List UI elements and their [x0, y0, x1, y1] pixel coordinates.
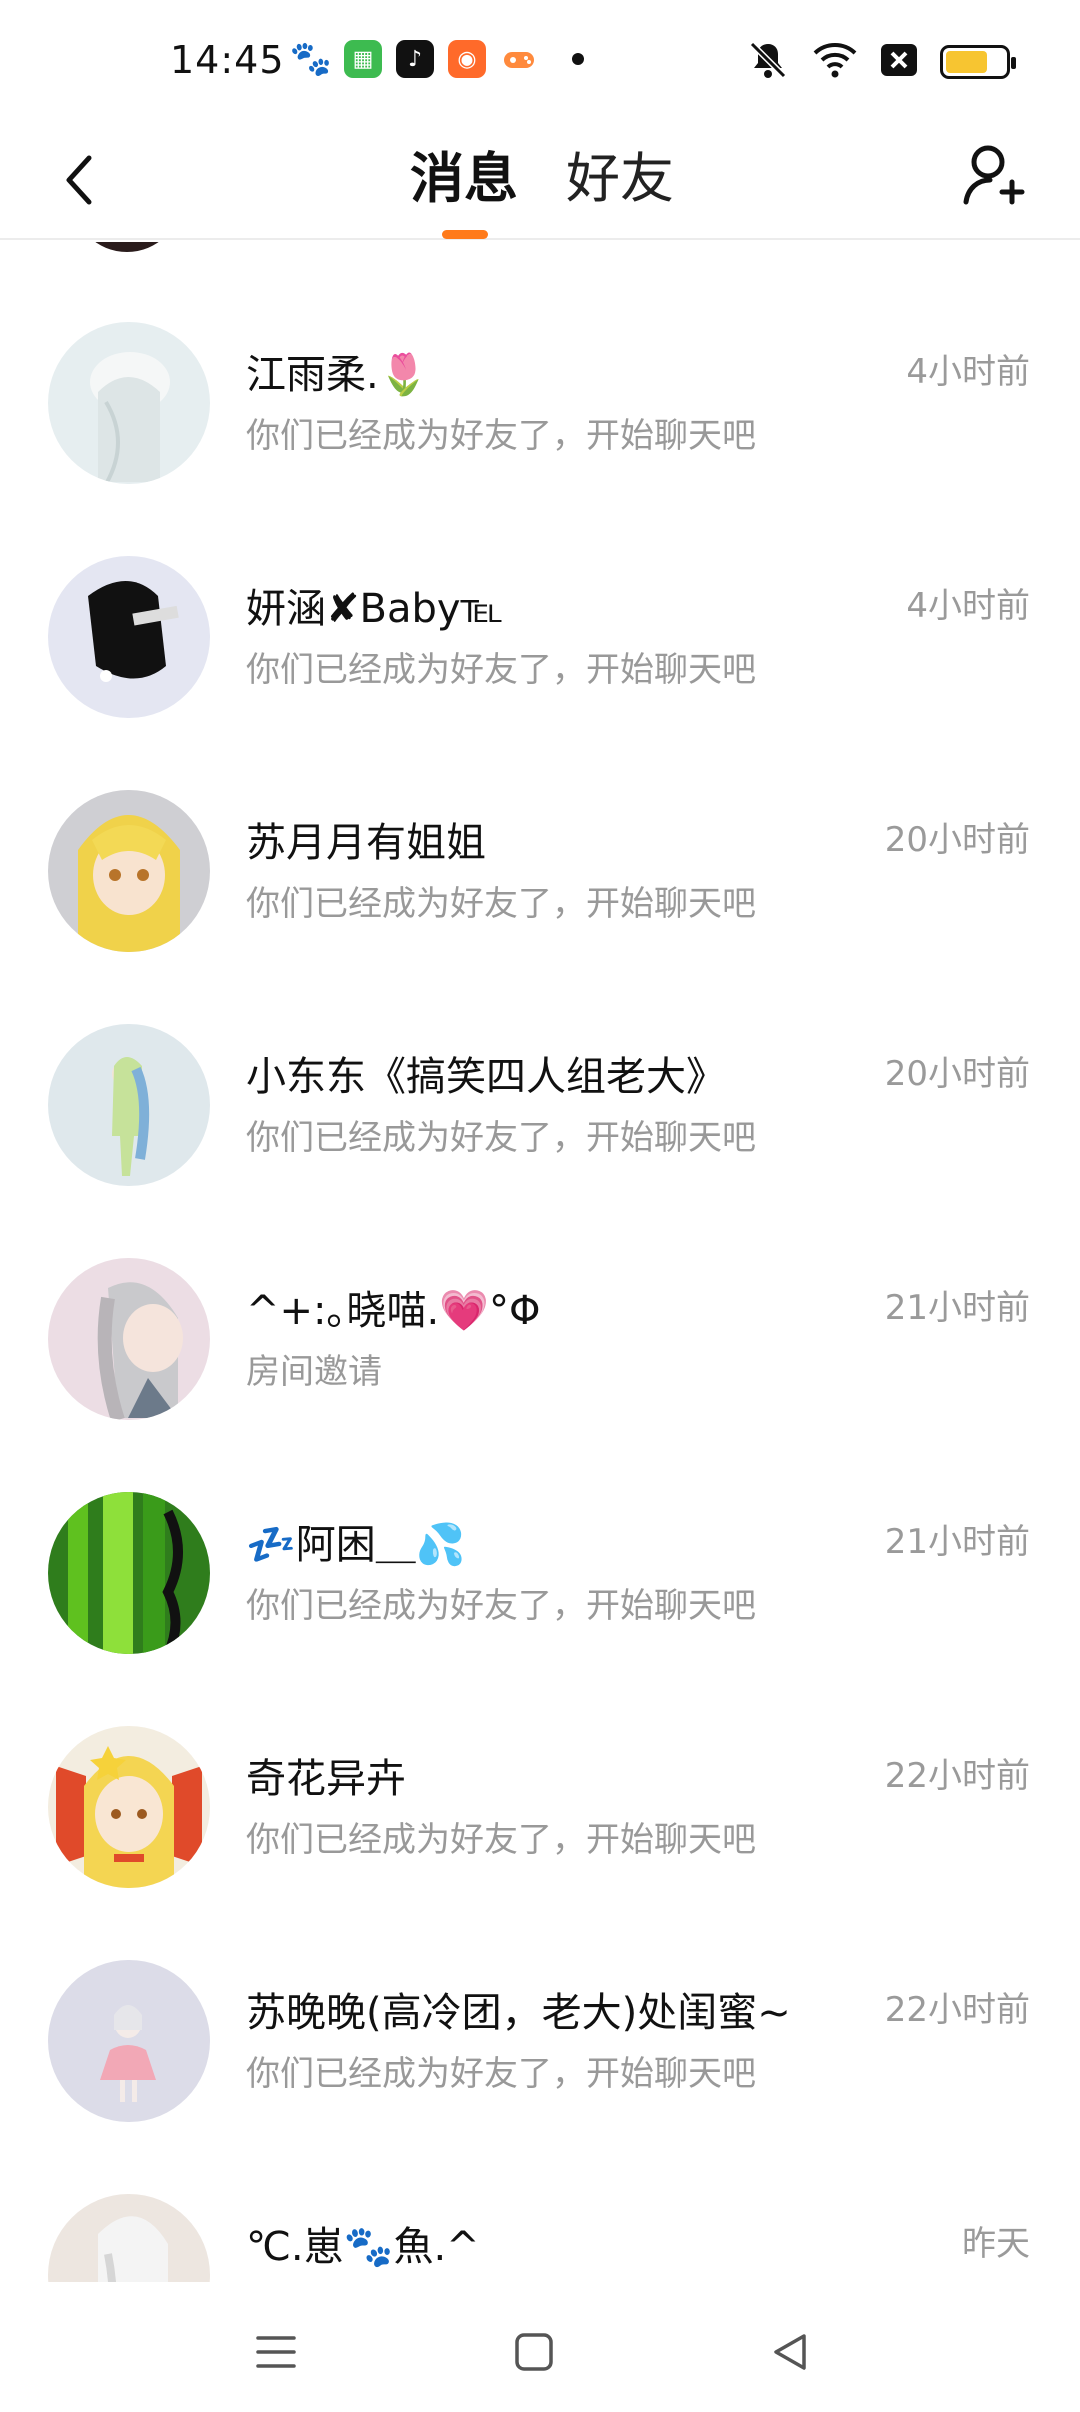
message-time: 4小时前 [906, 586, 1030, 626]
menu-nav-button[interactable] [236, 2312, 316, 2392]
conversation-row[interactable]: ^+:｡晓喵.💗°Φ 房间邀请 21小时前 [0, 1258, 1080, 1492]
conversation-row[interactable]: 小东东《搞笑四人组老大》 你们已经成为好友了，开始聊天吧 20小时前 [0, 1024, 1080, 1258]
avatar [72, 242, 182, 252]
message-time: 4小时前 [906, 352, 1030, 392]
green-app-icon: ▦ [344, 40, 382, 78]
avatar [48, 556, 210, 718]
message-time: 22小时前 [884, 1756, 1030, 1796]
avatar [48, 322, 210, 484]
message-preview: 你们已经成为好友了，开始聊天吧 [246, 1118, 756, 1158]
conversation-row[interactable]: 妍涵✘Baby℡ 你们已经成为好友了，开始聊天吧 4小时前 [0, 556, 1080, 790]
home-square-icon [515, 2333, 553, 2371]
contact-name: 妍涵✘Baby℡ [246, 586, 504, 632]
message-time: 22小时前 [884, 1990, 1030, 2030]
add-user-icon [963, 145, 1025, 205]
add-friend-button[interactable] [950, 130, 1040, 220]
contact-name: ^+:｡晓喵.💗°Φ [246, 1288, 541, 1334]
header: 消息 好友 [0, 120, 1080, 240]
screen: 14:45 🐾 ▦ ♪ ◉ 消息 好友 江雨柔.🌷 你们已经成为好友了，开始聊天… [0, 0, 1080, 2412]
message-time: 20小时前 [884, 820, 1030, 860]
back-arrow-icon [66, 155, 92, 205]
avatar [48, 2194, 210, 2282]
message-time: 昨天 [962, 2224, 1030, 2264]
message-preview: 你们已经成为好友了，开始聊天吧 [246, 2054, 756, 2094]
message-preview: 你们已经成为好友了，开始聊天吧 [246, 650, 756, 690]
status-bar: 14:45 🐾 ▦ ♪ ◉ [0, 0, 1080, 120]
conversation-row[interactable]: 💤阿困＿💦 你们已经成为好友了，开始聊天吧 21小时前 [0, 1492, 1080, 1726]
avatar [48, 1726, 210, 1888]
message-time: 21小时前 [884, 1522, 1030, 1562]
home-nav-button[interactable] [494, 2312, 574, 2392]
notification-icons: 🐾 ▦ ♪ ◉ [289, 39, 584, 79]
message-preview: 你们已经成为好友了，开始聊天吧 [246, 416, 756, 456]
menu-icon [256, 2336, 296, 2368]
battery-level-fill [946, 51, 987, 73]
game-icon [500, 40, 538, 78]
contact-name: 江雨柔.🌷 [246, 352, 429, 398]
message-preview: 你们已经成为好友了，开始聊天吧 [246, 1820, 756, 1860]
tab-messages[interactable]: 消息 [410, 134, 518, 213]
avatar [48, 1258, 210, 1420]
back-button[interactable] [40, 140, 120, 220]
contact-name: 小东东《搞笑四人组老大》 [246, 1054, 726, 1100]
conversation-row[interactable]: 苏月月有姐姐 你们已经成为好友了，开始聊天吧 20小时前 [0, 790, 1080, 1024]
conversation-row[interactable]: 苏晚晚(高冷团，老大)处闺蜜~ 你们已经成为好友了，开始聊天吧 22小时前 [0, 1960, 1080, 2194]
conversation-list[interactable]: 江雨柔.🌷 你们已经成为好友了，开始聊天吧 4小时前 妍涵✘Baby℡ 你们已经… [0, 242, 1080, 2282]
douyin-icon: ♪ [396, 40, 434, 78]
more-dot-icon [572, 53, 584, 65]
contact-name: 苏月月有姐姐 [246, 820, 486, 866]
conversation-row[interactable]: ℃.崽🐾魚.^ 昨天 [0, 2194, 1080, 2282]
message-time: 21小时前 [884, 1288, 1030, 1328]
message-preview: 你们已经成为好友了，开始聊天吧 [246, 1586, 756, 1626]
contact-name: 奇花异卉 [246, 1756, 406, 1802]
contact-name: ℃.崽🐾魚.^ [246, 2224, 480, 2270]
message-preview: 你们已经成为好友了，开始聊天吧 [246, 884, 756, 924]
contact-name: 苏晚晚(高冷团，老大)处闺蜜~ [246, 1990, 791, 2036]
conversation-row[interactable]: 奇花异卉 你们已经成为好友了，开始聊天吧 22小时前 [0, 1726, 1080, 1960]
tab-indicator [442, 230, 488, 239]
avatar [48, 1960, 210, 2122]
conversation-row[interactable]: 江雨柔.🌷 你们已经成为好友了，开始聊天吧 4小时前 [0, 322, 1080, 556]
baidu-icon: 🐾 [289, 39, 333, 79]
message-preview: 房间邀请 [246, 1352, 382, 1392]
contact-name: 💤阿困＿💦 [246, 1522, 466, 1568]
status-time: 14:45 [170, 38, 285, 82]
message-time: 20小时前 [884, 1054, 1030, 1094]
back-triangle-icon [774, 2334, 806, 2370]
status-right-icons [746, 38, 1016, 86]
avatar [48, 1492, 210, 1654]
sim-off-icon [880, 43, 918, 81]
kuaishou-icon: ◉ [448, 40, 486, 78]
battery-icon [940, 45, 1016, 79]
back-nav-button[interactable] [750, 2312, 830, 2392]
system-navigation-bar [0, 2282, 1080, 2412]
avatar [48, 1024, 210, 1186]
tab-friends[interactable]: 好友 [566, 134, 674, 213]
wifi-icon [812, 40, 858, 84]
avatar [48, 790, 210, 952]
mute-icon [746, 38, 790, 86]
